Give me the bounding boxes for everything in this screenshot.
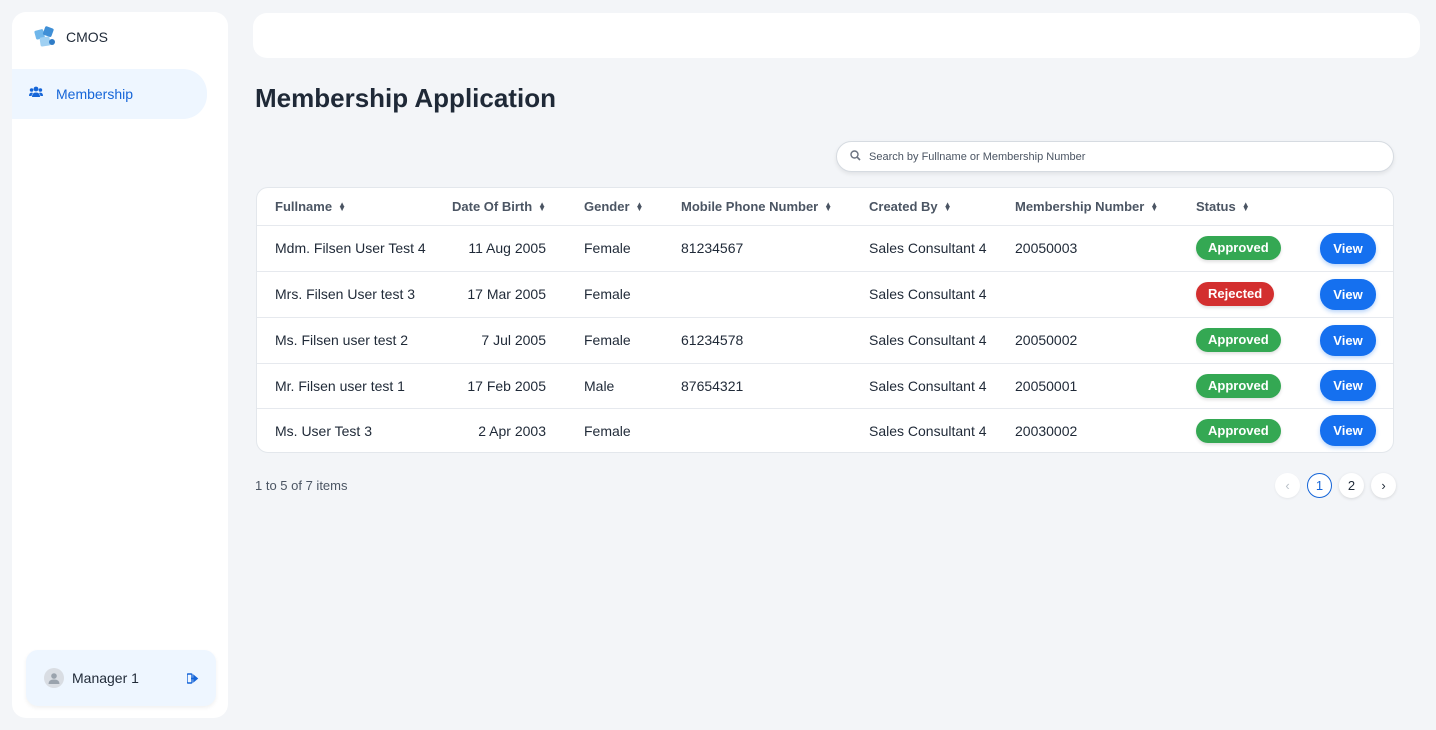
view-button[interactable]: View [1320, 278, 1376, 310]
cell-fullname: Mdm. Filsen User Test 4 [275, 240, 426, 256]
cell-date-of-birth: 17 Mar 2005 [467, 286, 546, 302]
view-button[interactable]: View [1320, 324, 1376, 356]
pagination-next-button[interactable]: › [1371, 473, 1396, 498]
cell-gender: Female [584, 240, 631, 256]
pagination: ‹ 1 2 › [1275, 473, 1396, 498]
cell-gender: Female [584, 422, 631, 439]
sidebar-item-label: Membership [56, 86, 134, 102]
cell-membership-number: 20050003 [1015, 240, 1078, 256]
column-header-gender[interactable]: Gender ▲ ▼ [546, 188, 681, 225]
cell-mobile-phone [681, 271, 869, 317]
cell-gender: Female [584, 332, 631, 348]
table-row: Mrs. Filsen User test 3 17 Mar 2005 Fema… [257, 271, 1393, 317]
user-card: Manager 1 [26, 650, 216, 706]
brand[interactable]: CMOS [32, 22, 108, 52]
cell-fullname: Mr. Filsen user test 1 [275, 377, 405, 394]
logout-icon[interactable] [186, 671, 200, 685]
cell-created-by: Sales Consultant 4 [869, 377, 987, 394]
column-header-fullname[interactable]: Fullname ▲ ▼ [257, 188, 434, 225]
sort-icon: ▲ ▼ [943, 200, 952, 214]
cell-fullname: Ms. Filsen user test 2 [275, 332, 409, 348]
sort-icon: ▲ ▼ [635, 200, 644, 214]
cmos-logo-icon [32, 24, 58, 50]
cell-action: View [1320, 408, 1393, 452]
cell-created-by: Sales Consultant 4 [869, 422, 987, 439]
cell-created-by: Sales Consultant 4 [869, 240, 987, 256]
table-row: Ms. Filsen user test 2 7 Jul 2005 Female… [257, 317, 1393, 363]
cell-status: Approved [1196, 408, 1320, 452]
sort-icon: ▲ ▼ [1241, 200, 1250, 214]
status-badge: Approved [1196, 373, 1281, 398]
sort-icon: ▲ ▼ [538, 200, 547, 214]
pagination-page-2[interactable]: 2 [1339, 473, 1364, 498]
cell-action: View [1320, 271, 1393, 317]
status-badge: Approved [1196, 236, 1281, 260]
column-header-action [1320, 188, 1393, 225]
cell-membership-number: 20050002 [1015, 332, 1078, 348]
sort-icon: ▲ ▼ [338, 200, 346, 214]
sidebar: CMOS Membership Manager 1 [12, 12, 228, 718]
view-button[interactable]: View [1320, 370, 1376, 401]
cell-membership-number: 20030002 [1015, 422, 1078, 439]
sidebar-item-membership[interactable]: Membership [12, 69, 207, 119]
cell-status: Approved [1196, 225, 1320, 271]
view-button[interactable]: View [1320, 415, 1376, 447]
column-header-membership-number[interactable]: Membership Number ▲ ▼ [1015, 188, 1196, 225]
table-row: Mr. Filsen user test 1 17 Feb 2005 Male … [257, 363, 1393, 408]
search-icon [850, 148, 861, 166]
status-badge: Rejected [1196, 282, 1275, 306]
cell-status: Approved [1196, 317, 1320, 363]
membership-table: Fullname ▲ ▼ Date Of Birth ▲ ▼ Gender ▲ ▼ Mobi… [256, 187, 1394, 453]
cell-action: View [1320, 317, 1393, 363]
sort-icon: ▲ ▼ [1150, 200, 1159, 214]
users-icon [29, 85, 43, 103]
cell-mobile-phone: 87654321 [681, 377, 744, 394]
cell-gender: Female [584, 286, 631, 302]
cell-date-of-birth: 11 Aug 2005 [468, 240, 546, 256]
pagination-page-1[interactable]: 1 [1307, 473, 1332, 498]
table-row: Ms. User Test 3 2 Apr 2003 Female Sales … [257, 408, 1393, 452]
pagination-summary: 1 to 5 of 7 items [255, 478, 348, 493]
cell-fullname: Ms. User Test 3 [275, 422, 372, 439]
table-header-row: Fullname ▲ ▼ Date Of Birth ▲ ▼ Gender ▲ ▼ Mobi… [257, 188, 1393, 225]
column-header-mobile-phone-number[interactable]: Mobile Phone Number ▲ ▼ [681, 188, 869, 225]
cell-date-of-birth: 7 Jul 2005 [481, 332, 546, 348]
search-box[interactable] [836, 141, 1394, 172]
avatar [44, 668, 64, 688]
cell-mobile-phone: 61234578 [681, 332, 744, 348]
search-input[interactable] [869, 150, 1369, 163]
cell-created-by: Sales Consultant 4 [869, 286, 987, 302]
table-row: Mdm. Filsen User Test 4 11 Aug 2005 Fema… [257, 225, 1393, 271]
cell-mobile-phone [681, 408, 869, 452]
pagination-prev-button[interactable]: ‹ [1275, 473, 1300, 498]
cell-date-of-birth: 17 Feb 2005 [467, 377, 546, 394]
view-button[interactable]: View [1320, 232, 1376, 264]
cell-membership-number [1015, 271, 1196, 317]
cell-gender: Male [584, 377, 615, 394]
cell-status: Rejected [1196, 271, 1320, 317]
cell-mobile-phone: 81234567 [681, 240, 744, 256]
page-title: Membership Application [255, 83, 556, 113]
cell-created-by: Sales Consultant 4 [869, 332, 987, 348]
cell-status: Approved [1196, 363, 1320, 408]
status-badge: Approved [1196, 328, 1281, 352]
sort-icon: ▲ ▼ [824, 200, 833, 214]
app-name: CMOS [66, 29, 108, 45]
cell-date-of-birth: 2 Apr 2003 [478, 422, 546, 439]
top-bar [253, 13, 1420, 58]
cell-fullname: Mrs. Filsen User test 3 [275, 286, 416, 302]
column-header-status[interactable]: Status ▲ ▼ [1196, 188, 1320, 225]
cell-action: View [1320, 225, 1393, 271]
column-header-date-of-birth[interactable]: Date Of Birth ▲ ▼ [434, 188, 546, 225]
status-badge: Approved [1196, 418, 1281, 443]
cell-action: View [1320, 363, 1393, 408]
user-name: Manager 1 [72, 670, 139, 686]
cell-membership-number: 20050001 [1015, 377, 1078, 394]
column-header-created-by[interactable]: Created By ▲ ▼ [869, 188, 1015, 225]
